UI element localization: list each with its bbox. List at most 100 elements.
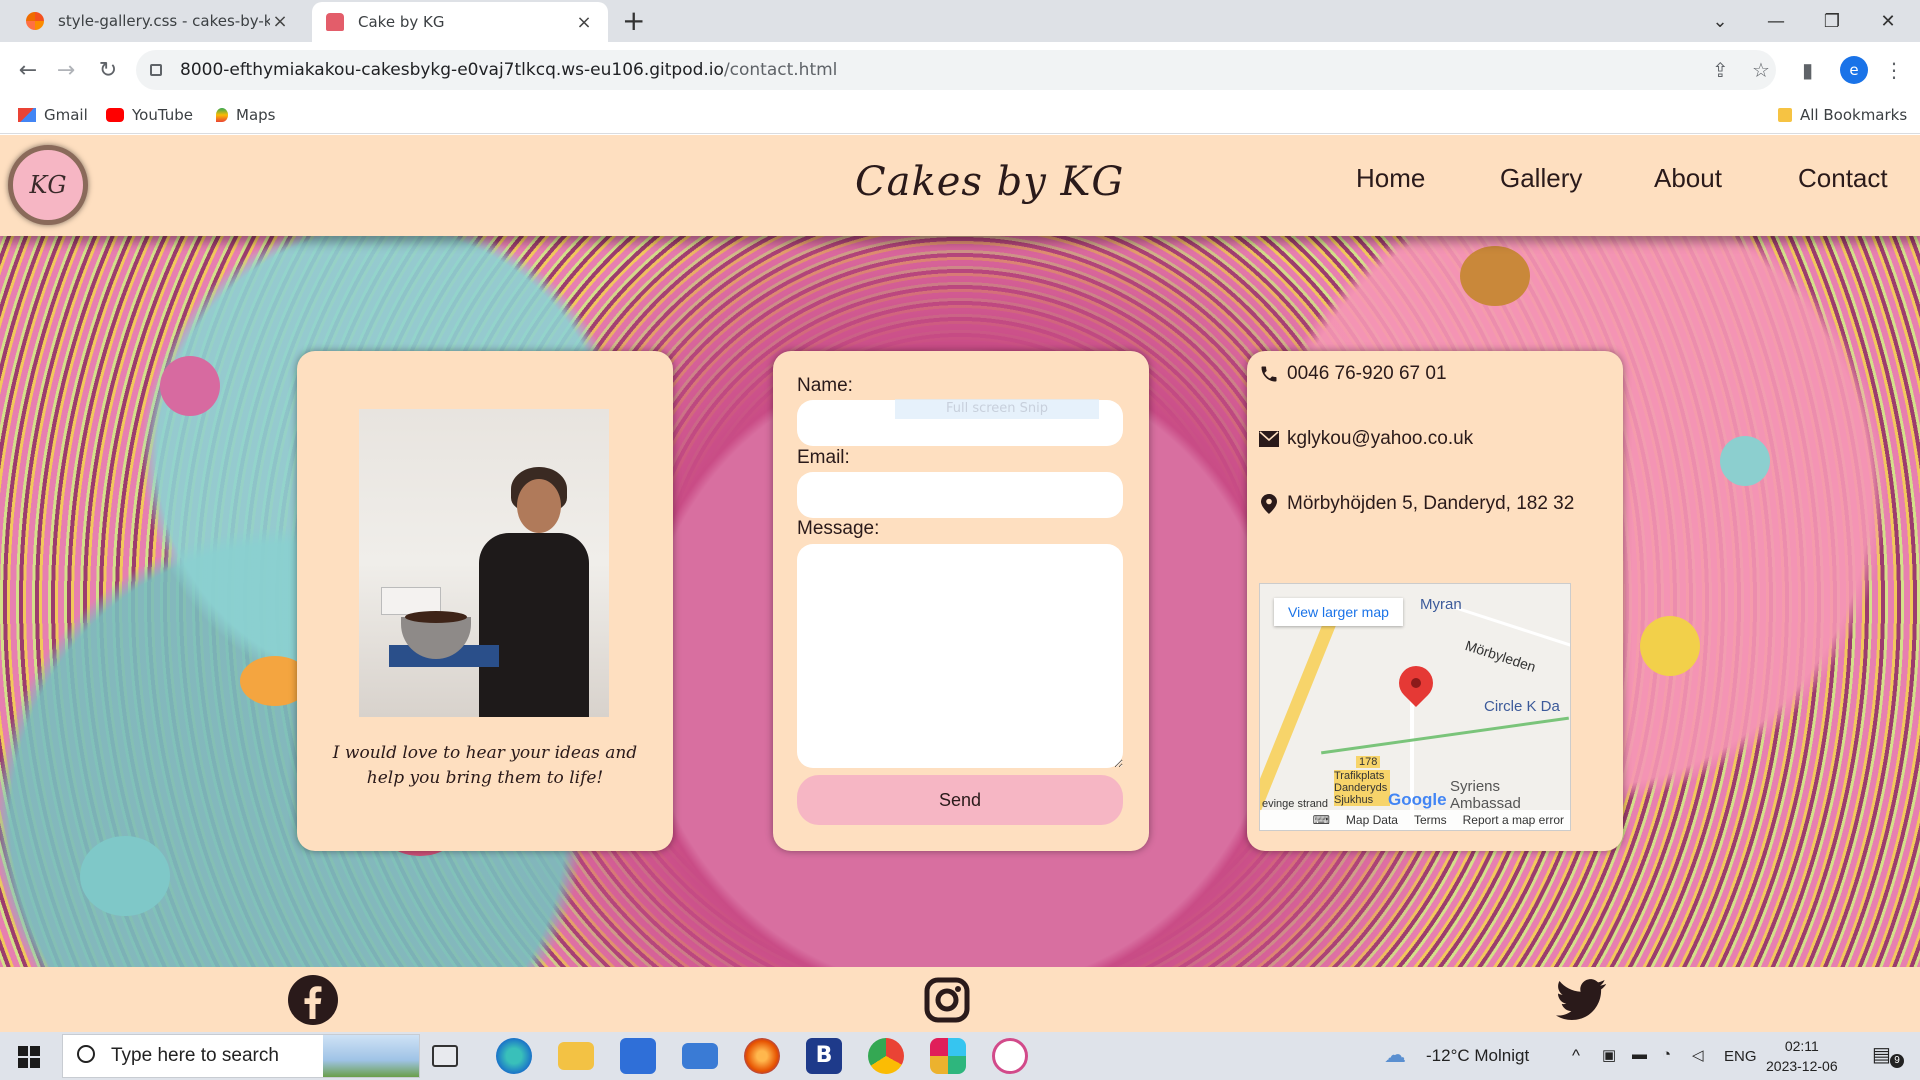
tab-cake-by-kg[interactable]: Cake by KG × (312, 2, 608, 42)
send-button[interactable]: Send (797, 775, 1123, 825)
close-window-button[interactable]: ✕ (1860, 0, 1916, 42)
language-indicator[interactable]: ENG (1724, 1048, 1757, 1065)
facebook-icon[interactable] (287, 975, 339, 1025)
email-field[interactable] (797, 472, 1123, 518)
restore-button[interactable]: ❐ (1804, 0, 1860, 42)
battery-icon[interactable]: ▬ (1632, 1046, 1647, 1063)
map-data-link[interactable]: Map Data (1346, 813, 1398, 827)
email-label: Email: (797, 447, 850, 468)
email-address: kglykou@yahoo.co.uk (1287, 428, 1474, 449)
site-logo[interactable]: KG (8, 145, 88, 225)
bookmark-youtube[interactable]: YouTube (106, 106, 193, 124)
weather-text[interactable]: -12°C Molnigt (1426, 1046, 1529, 1066)
map-marker-icon (1259, 494, 1279, 514)
edge-icon[interactable] (496, 1038, 532, 1074)
firefox-icon[interactable] (744, 1038, 780, 1074)
bookmark-star-icon[interactable]: ☆ (1752, 58, 1770, 82)
store-icon[interactable] (620, 1038, 656, 1074)
bookmark-label: Maps (236, 106, 276, 124)
terms-link[interactable]: Terms (1414, 813, 1447, 827)
email-row: kglykou@yahoo.co.uk (1259, 428, 1473, 450)
side-panel-icon[interactable]: ▮ (1802, 58, 1813, 82)
close-tab-icon[interactable]: × (270, 11, 290, 32)
nav-home[interactable]: Home (1356, 163, 1425, 194)
map-label-trafikplats: Trafikplats Danderyds Sjukhus (1334, 770, 1390, 806)
lock-icon[interactable] (150, 64, 162, 76)
message-field[interactable] (797, 544, 1123, 768)
meet-icon[interactable]: ▣ (1602, 1046, 1616, 1064)
youtube-icon (106, 108, 124, 122)
forward-button[interactable]: → (52, 56, 80, 84)
map-footer: ⌨ Map Data Terms Report a map error (1260, 810, 1570, 830)
report-map-error-link[interactable]: Report a map error (1463, 813, 1564, 827)
reload-button[interactable]: ↻ (94, 56, 122, 84)
map-label-myran: Myran (1420, 596, 1462, 613)
maps-pin-icon (216, 108, 228, 122)
url-host: 8000-efthymiakakou-cakesbykg-e0vaj7tlkcq… (180, 60, 724, 80)
volume-icon[interactable]: ◁ (1692, 1046, 1704, 1064)
slack-icon[interactable] (930, 1038, 966, 1074)
b-app-icon[interactable]: B (806, 1038, 842, 1074)
address-bar[interactable]: 8000-efthymiakakou-cakesbykg-e0vaj7tlkcq… (136, 50, 1776, 90)
map-label-syriens-ambassad: Syriens Ambassad (1450, 778, 1521, 812)
bookmark-gmail[interactable]: Gmail (18, 106, 88, 124)
instagram-icon[interactable] (921, 975, 973, 1025)
gmail-icon (18, 108, 36, 122)
contact-info-card: 0046 76-920 67 01 kglykou@yahoo.co.uk Mö… (1247, 351, 1623, 851)
phone-number: 0046 76-920 67 01 (1287, 363, 1447, 384)
all-bookmarks[interactable]: All Bookmarks (1778, 106, 1907, 124)
tab-title: Cake by KG (358, 13, 445, 31)
notification-center-icon[interactable]: ▤ (1872, 1042, 1891, 1067)
show-hidden-icons-chevron-icon[interactable]: ^ (1572, 1046, 1580, 1066)
clock-date: 2023-12-06 (1766, 1058, 1838, 1074)
profile-avatar[interactable]: e (1840, 56, 1868, 84)
site-footer (0, 967, 1920, 1032)
web-page: KG Cakes by KG Home Gallery About Contac… (0, 135, 1920, 1032)
wifi-icon[interactable]: ◔ (1662, 1046, 1671, 1063)
clock[interactable]: 02:11 2023-12-06 (1766, 1036, 1838, 1076)
nav-contact[interactable]: Contact (1798, 163, 1888, 194)
clock-time: 02:11 (1784, 1038, 1819, 1054)
mail-icon[interactable] (682, 1043, 718, 1069)
envelope-icon (1259, 429, 1279, 449)
close-tab-icon[interactable]: × (574, 12, 594, 33)
google-logo: Google (1388, 790, 1447, 809)
keyboard-shortcuts-icon[interactable]: ⌨ (1313, 813, 1330, 827)
file-explorer-icon[interactable] (558, 1042, 594, 1070)
search-highlight-image (323, 1035, 419, 1077)
tab-strip: style-gallery.css - cakes-by-kg - × Cake… (0, 0, 1920, 42)
taskbar-search[interactable]: Type here to search (62, 1034, 420, 1078)
share-icon[interactable]: ⇪ (1712, 58, 1729, 82)
browser-toolbar: ← → ↻ 8000-efthymiakakou-cakesbykg-e0vaj… (0, 42, 1920, 98)
cloud-weather-icon[interactable]: ☁ (1384, 1042, 1406, 1068)
nav-gallery[interactable]: Gallery (1500, 163, 1582, 194)
tab-title: style-gallery.css - cakes-by-kg - (58, 12, 270, 30)
phone-row: 0046 76-920 67 01 (1259, 363, 1447, 385)
nav-about[interactable]: About (1654, 163, 1722, 194)
map-label-morbyleden: Mörbyleden (1463, 637, 1538, 675)
task-view-icon[interactable] (432, 1045, 458, 1067)
google-map[interactable]: View larger map Myran Mörbyleden Circle … (1259, 583, 1571, 831)
url-path: /contact.html (723, 60, 838, 80)
tab-style-gallery[interactable]: style-gallery.css - cakes-by-kg - × (12, 0, 304, 42)
map-pin-icon[interactable] (1391, 658, 1441, 708)
view-larger-map-link[interactable]: View larger map (1274, 598, 1403, 626)
start-button[interactable] (18, 1046, 40, 1068)
back-button[interactable]: ← (14, 56, 42, 84)
quote-text: I would love to hear your ideas and help… (332, 743, 638, 788)
address-row: Mörbyhöjden 5, Danderyd, 182 32 (1259, 493, 1574, 515)
new-tab-button[interactable]: + (622, 6, 645, 36)
contact-form: Name: Full screen Snip Email: Message: S… (773, 351, 1149, 851)
site-title: Cakes by KG (855, 159, 1125, 205)
bookmark-maps[interactable]: Maps (216, 106, 275, 124)
twitter-icon[interactable] (1555, 975, 1607, 1025)
chrome-icon[interactable] (868, 1038, 904, 1074)
tab-search-chevron-icon[interactable]: ⌄ (1692, 0, 1748, 42)
menu-kebab-icon[interactable]: ⋮ (1884, 58, 1904, 82)
search-placeholder: Type here to search (111, 1045, 279, 1066)
bookmark-label: All Bookmarks (1800, 106, 1908, 124)
minimize-button[interactable]: — (1748, 0, 1804, 42)
site-header: KG Cakes by KG Home Gallery About Contac… (0, 135, 1920, 236)
phone-icon (1259, 364, 1279, 384)
snipping-tool-icon[interactable] (992, 1038, 1028, 1074)
